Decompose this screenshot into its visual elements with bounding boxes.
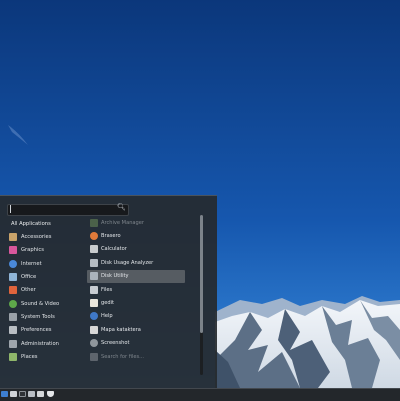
character-map-icon <box>90 325 98 334</box>
app-disk-utility[interactable]: Disk Utility <box>87 269 185 283</box>
app-calculator[interactable]: Calculator <box>87 243 185 256</box>
category-label: Places <box>21 354 38 361</box>
app-brasero[interactable]: Brasero <box>87 229 185 242</box>
category-label: Administration <box>21 340 59 347</box>
preferences-icon <box>9 326 17 335</box>
category-label: System Tools <box>21 314 55 321</box>
menu-icon[interactable] <box>1 391 8 397</box>
category-label: Accessories <box>21 234 52 241</box>
app-gedit[interactable]: gedit <box>87 296 185 309</box>
accessories-icon <box>9 233 17 242</box>
application-list: Archive Manager Brasero Calculator Disk … <box>87 216 185 363</box>
app-label: Disk Utility <box>101 273 129 280</box>
category-sound-video[interactable]: Sound & Video <box>3 297 83 310</box>
app-character-map[interactable]: Mapa katakterа <box>87 323 185 336</box>
category-label: Preferences <box>21 327 52 334</box>
app-files[interactable]: Files <box>87 283 185 296</box>
category-all-applications[interactable]: All Applications <box>3 217 83 230</box>
category-graphics[interactable]: Graphics <box>3 244 83 257</box>
disk-utility-icon <box>90 272 98 281</box>
category-places[interactable]: Places <box>3 350 83 363</box>
app-label: Files <box>101 286 113 293</box>
search-input[interactable] <box>7 204 129 216</box>
text-editor-icon[interactable] <box>37 391 44 397</box>
app-archive-manager[interactable]: Archive Manager <box>87 216 185 229</box>
category-label: Office <box>21 274 37 281</box>
category-label: Internet <box>21 260 42 267</box>
show-desktop-icon[interactable] <box>10 391 17 397</box>
category-administration[interactable]: Administration <box>3 337 83 350</box>
administration-icon <box>9 339 17 348</box>
search-icon[interactable]: 🔍︎ <box>117 203 126 211</box>
app-disk-usage-analyzer[interactable]: Disk Usage Analyzer <box>87 256 185 269</box>
app-label: Archive Manager <box>101 219 145 226</box>
archive-manager-icon <box>90 218 98 227</box>
category-label: All Applications <box>11 220 51 227</box>
category-list: All Applications Accessories Graphics In… <box>3 217 83 364</box>
other-icon <box>9 286 17 295</box>
category-label: Sound & Video <box>21 300 60 307</box>
file-manager-icon[interactable] <box>28 391 35 397</box>
category-office[interactable]: Office <box>3 270 83 283</box>
app-label: Help <box>101 313 113 320</box>
system-tools-icon <box>9 313 17 322</box>
gedit-icon <box>90 299 98 308</box>
brasero-icon <box>90 232 98 241</box>
category-other[interactable]: Other <box>3 284 83 297</box>
graphics-icon <box>9 246 17 255</box>
category-label: Other <box>21 287 36 294</box>
app-screenshot[interactable]: Screenshot <box>87 337 185 350</box>
app-label: Screenshot <box>101 340 130 347</box>
category-accessories[interactable]: Accessories <box>3 230 83 243</box>
app-label: Brasero <box>101 233 121 240</box>
internet-icon <box>9 259 17 268</box>
menu-scrollbar-thumb[interactable] <box>200 215 203 333</box>
office-icon <box>9 273 17 282</box>
category-internet[interactable]: Internet <box>3 257 83 270</box>
app-label: Disk Usage Analyzer <box>101 259 154 266</box>
category-preferences[interactable]: Preferences <box>3 324 83 337</box>
sound-video-icon <box>9 299 17 308</box>
app-label: Mapa katakterа <box>101 326 141 333</box>
app-label: Calculator <box>101 246 127 253</box>
help-icon <box>90 312 98 321</box>
category-label: Graphics <box>21 247 44 254</box>
app-label: Search for files... <box>101 353 145 360</box>
category-system-tools[interactable]: System Tools <box>3 310 83 323</box>
places-icon <box>9 353 17 362</box>
screenshot-icon <box>90 339 98 348</box>
text-cursor <box>10 205 11 213</box>
terminal-icon[interactable] <box>19 391 26 397</box>
app-help[interactable]: Help <box>87 310 185 323</box>
bottom-panel <box>0 388 400 401</box>
files-icon <box>90 285 98 294</box>
app-search-for-files[interactable]: Search for files... <box>87 350 185 363</box>
disk-usage-analyzer-icon <box>90 258 98 267</box>
calculator-icon <box>90 245 98 254</box>
app-label: gedit <box>101 300 115 307</box>
search-files-icon <box>90 352 98 361</box>
